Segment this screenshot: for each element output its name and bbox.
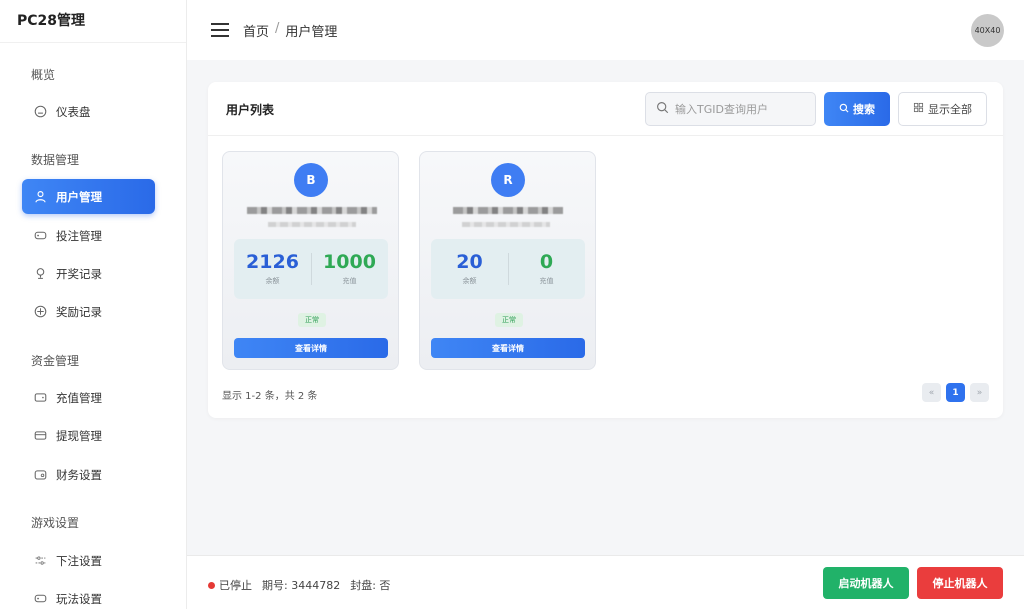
sidebar-item-bets[interactable]: 投注管理 (22, 218, 155, 253)
gamepad-icon (33, 229, 47, 243)
user-list-panel: 用户列表 搜索 显示全部 B 2126 余额 1000 充值 (208, 82, 1003, 418)
sidebar-item-label: 下注设置 (56, 553, 102, 568)
sidebar-item-label: 玩法设置 (56, 591, 102, 606)
wallet-icon (33, 391, 47, 405)
balance-value: 20 (456, 251, 483, 273)
finance-icon (33, 468, 47, 482)
status-badge: 正常 (495, 313, 523, 327)
top-header: 首页 / 用户管理 40X40 (187, 0, 1024, 60)
recharge-stat: 1000 充值 (311, 251, 388, 286)
search-box[interactable] (645, 92, 816, 126)
stop-bot-button[interactable]: 停止机器人 (917, 567, 1003, 599)
bot-status: 已停止 期号: 3444782 封盘: 否 (208, 577, 390, 593)
status-badge: 正常 (298, 313, 326, 327)
sidebar-item-label: 仪表盘 (56, 104, 91, 119)
group-title-finance: 资金管理 (31, 354, 80, 368)
user-avatar: R (491, 163, 525, 197)
search-icon (656, 101, 669, 117)
redacted-username (453, 207, 563, 214)
search-icon (839, 103, 849, 116)
balance-stat: 20 余额 (431, 251, 508, 286)
gift-icon (33, 305, 47, 319)
sidebar-item-label: 用户管理 (56, 189, 102, 204)
balance-label: 余额 (462, 277, 477, 285)
group-title-overview: 概览 (31, 68, 56, 82)
group-title-data: 数据管理 (31, 153, 80, 167)
group-title-game: 游戏设置 (31, 516, 80, 530)
balance-value: 2126 (246, 251, 299, 273)
redacted-userid (462, 222, 550, 227)
redacted-username (247, 207, 377, 214)
sidebar-item-label: 提现管理 (56, 428, 102, 443)
page-title: 用户列表 (226, 103, 275, 117)
sidebar: PC28管理 概览 仪表盘 数据管理 用户管理 投注管理 开奖记录 奖励记录 资… (0, 0, 187, 609)
brand-title: PC28管理 (0, 0, 186, 43)
search-input[interactable] (675, 102, 805, 116)
sliders-icon (33, 554, 47, 568)
show-all-label: 显示全部 (928, 104, 972, 116)
sidebar-item-play-settings[interactable]: 玩法设置 (22, 581, 155, 609)
user-icon (33, 190, 47, 204)
redacted-userid (268, 222, 356, 227)
breadcrumb: 首页 / 用户管理 (243, 21, 337, 40)
status-indicator: 已停止 (208, 577, 252, 593)
card-icon (33, 429, 47, 443)
bot-control-bar: 已停止 期号: 3444782 封盘: 否 启动机器人 停止机器人 (187, 555, 1024, 609)
sidebar-item-label: 充值管理 (56, 390, 102, 405)
period-number: 期号: 3444782 (262, 579, 341, 592)
status-text: 已停止 (219, 579, 252, 592)
menu-toggle-icon[interactable] (211, 23, 229, 37)
pagination: « 1 » (922, 383, 989, 402)
user-avatar: B (294, 163, 328, 197)
sidebar-item-label: 投注管理 (56, 228, 102, 243)
dashboard-icon (33, 105, 47, 119)
sidebar-item-draws[interactable]: 开奖记录 (22, 256, 155, 291)
user-card: R 20 余额 0 充值 正常 查看详情 (419, 151, 596, 370)
sidebar-item-label: 开奖记录 (56, 266, 102, 281)
show-all-button[interactable]: 显示全部 (898, 92, 987, 126)
avatar[interactable]: 40X40 (971, 14, 1004, 47)
breadcrumb-separator: / (275, 21, 280, 36)
page-button-current[interactable]: 1 (946, 383, 965, 402)
prev-page-button[interactable]: « (922, 383, 941, 402)
recharge-label: 充值 (539, 277, 554, 285)
sidebar-item-recharge[interactable]: 充值管理 (22, 380, 155, 415)
recharge-value: 1000 (323, 251, 376, 273)
breadcrumb-home[interactable]: 首页 (243, 21, 269, 40)
closed-status: 封盘: 否 (350, 579, 391, 592)
trophy-icon (33, 267, 47, 281)
search-button[interactable]: 搜索 (824, 92, 890, 126)
grid-icon (913, 102, 924, 116)
recharge-label: 充值 (342, 277, 357, 285)
balance-stat: 2126 余额 (234, 251, 311, 286)
view-detail-button[interactable]: 查看详情 (234, 338, 388, 358)
search-button-label: 搜索 (853, 104, 875, 116)
sidebar-item-bet-settings[interactable]: 下注设置 (22, 543, 155, 578)
balance-label: 余额 (265, 277, 280, 285)
status-dot-icon (208, 582, 215, 589)
sidebar-item-rewards[interactable]: 奖励记录 (22, 294, 155, 329)
sidebar-item-label: 奖励记录 (56, 304, 102, 319)
sidebar-item-users[interactable]: 用户管理 (22, 179, 155, 214)
recharge-stat: 0 充值 (508, 251, 585, 286)
sidebar-item-withdraw[interactable]: 提现管理 (22, 418, 155, 453)
user-stats: 20 余额 0 充值 (431, 239, 585, 299)
user-card: B 2126 余额 1000 充值 正常 查看详情 (222, 151, 399, 370)
view-detail-button[interactable]: 查看详情 (431, 338, 585, 358)
user-stats: 2126 余额 1000 充值 (234, 239, 388, 299)
sidebar-item-dashboard[interactable]: 仪表盘 (22, 94, 155, 129)
breadcrumb-current: 用户管理 (285, 25, 338, 40)
sidebar-item-finance-settings[interactable]: 财务设置 (22, 457, 155, 492)
start-bot-button[interactable]: 启动机器人 (823, 567, 909, 599)
panel-header: 用户列表 搜索 显示全部 (208, 82, 1003, 136)
recharge-value: 0 (539, 251, 554, 273)
sidebar-item-label: 财务设置 (56, 467, 102, 482)
gamepad-icon (33, 592, 47, 606)
pagination-summary: 显示 1-2 条，共 2 条 (222, 391, 318, 402)
next-page-button[interactable]: » (970, 383, 989, 402)
